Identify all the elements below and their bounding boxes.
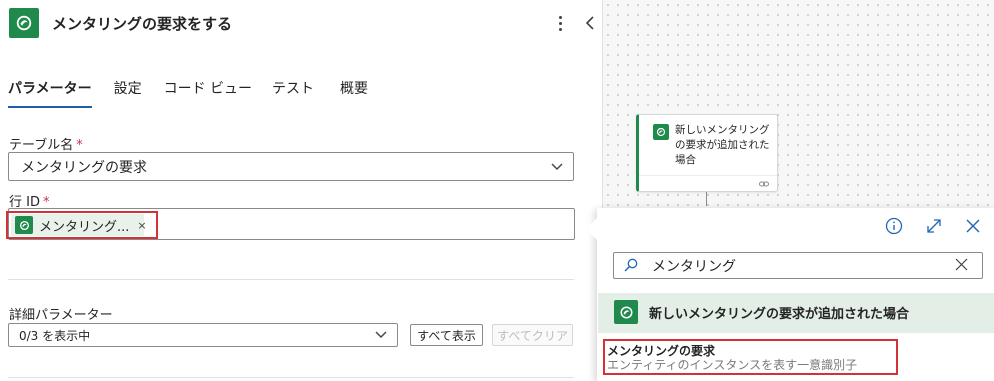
trigger-card[interactable]: 新しいメンタリングの要求が追加された場合 bbox=[636, 114, 778, 192]
table-name-label: テーブル名 * bbox=[9, 134, 83, 153]
expand-icon[interactable] bbox=[925, 217, 943, 235]
dataverse-icon bbox=[9, 8, 39, 38]
tab-settings[interactable]: 設定 bbox=[114, 78, 142, 108]
panel-header: メンタリングの要求をする bbox=[0, 0, 603, 46]
advanced-params-dropdown[interactable]: 0/3 を表示中 bbox=[8, 323, 398, 347]
link-icon bbox=[759, 181, 769, 187]
trigger-card-title: 新しいメンタリングの要求が追加された場合 bbox=[675, 124, 770, 166]
panel-title: メンタリングの要求をする bbox=[52, 15, 233, 33]
advanced-params-value: 0/3 を表示中 bbox=[19, 328, 91, 343]
chevron-down-icon bbox=[375, 331, 387, 338]
dataverse-icon bbox=[653, 124, 669, 140]
tab-about[interactable]: 概要 bbox=[340, 78, 368, 108]
flow-connector bbox=[706, 192, 707, 206]
table-name-label-text: テーブル名 bbox=[9, 138, 74, 153]
popup-pointer bbox=[586, 218, 597, 240]
search-value: メンタリング bbox=[652, 259, 736, 275]
tab-list: パラメーター 設定 コード ビュー テスト 概要 bbox=[8, 78, 390, 112]
close-icon[interactable] bbox=[964, 217, 982, 235]
app-root: メンタリングの要求をする パラメーター 設定 コード ビュー テスト 概要 テー… bbox=[0, 0, 994, 381]
divider bbox=[8, 279, 574, 280]
clear-search-icon[interactable] bbox=[955, 258, 968, 271]
result-group-title: 新しいメンタリングの要求が追加された場合 bbox=[649, 307, 910, 322]
highlight-box bbox=[603, 339, 898, 375]
chevron-down-icon bbox=[551, 163, 563, 170]
tab-parameters[interactable]: パラメーター bbox=[8, 78, 92, 108]
collapse-chevron-icon[interactable] bbox=[582, 12, 598, 34]
divider bbox=[8, 377, 574, 378]
dataverse-icon bbox=[614, 300, 638, 324]
tab-test[interactable]: テスト bbox=[272, 78, 314, 108]
tab-code-view[interactable]: コード ビュー bbox=[164, 78, 252, 108]
more-options-icon[interactable] bbox=[552, 10, 568, 36]
show-all-button[interactable]: すべて表示 bbox=[410, 324, 483, 346]
table-name-value: メンタリングの要求 bbox=[21, 159, 147, 176]
info-icon[interactable] bbox=[885, 217, 903, 235]
clear-all-button[interactable]: すべてクリア bbox=[492, 324, 573, 346]
advanced-params-label: 詳細パラメーター bbox=[9, 308, 113, 323]
trigger-card-footer bbox=[639, 175, 777, 191]
required-mark: * bbox=[76, 138, 83, 153]
table-name-dropdown[interactable]: メンタリングの要求 bbox=[8, 152, 574, 181]
search-icon bbox=[624, 258, 638, 272]
highlight-box bbox=[6, 211, 158, 239]
action-settings-panel: メンタリングの要求をする パラメーター 設定 コード ビュー テスト 概要 テー… bbox=[0, 0, 603, 381]
